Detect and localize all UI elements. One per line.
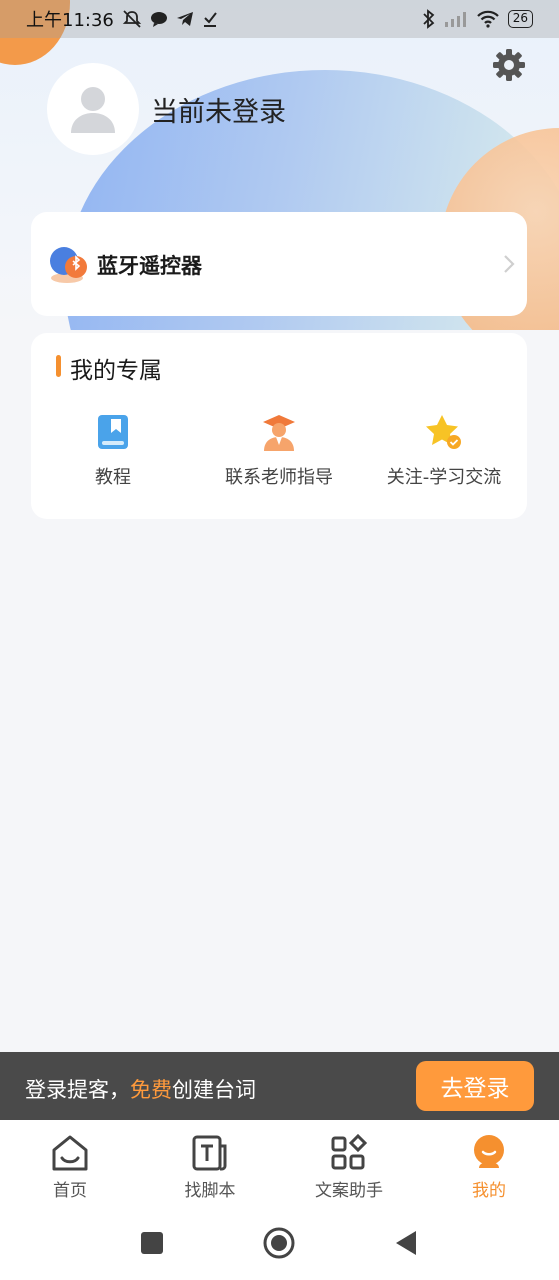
avatar[interactable] xyxy=(47,63,139,155)
exclusive-item-teacher[interactable]: 联系老师指导 xyxy=(204,413,354,489)
exclusive-item-label: 关注-学习交流 xyxy=(386,467,502,488)
bluetooth-icon xyxy=(423,9,435,29)
exclusive-item-tutorial[interactable]: 教程 xyxy=(38,413,188,489)
star-check-icon xyxy=(426,415,461,449)
wifi-icon xyxy=(476,10,499,28)
login-status-text[interactable]: 当前未登录 xyxy=(151,90,286,129)
tab-label: 首页 xyxy=(53,1181,87,1201)
tab-label: 我的 xyxy=(472,1181,506,1201)
system-nav-bar xyxy=(0,1214,559,1280)
tab-home[interactable]: 首页 xyxy=(10,1134,130,1201)
status-time: 上午11:36 xyxy=(26,10,114,31)
chat-bubble-icon xyxy=(150,12,167,27)
book-icon xyxy=(98,415,128,449)
bottom-tab-bar: 首页 找脚本 文案助手 我的 xyxy=(0,1120,559,1214)
download-icon xyxy=(203,12,217,27)
tab-find-script[interactable]: 找脚本 xyxy=(150,1134,270,1201)
bluetooth-remote-icon xyxy=(50,247,87,283)
exclusive-item-follow[interactable]: 关注-学习交流 xyxy=(369,413,519,489)
signal-icon xyxy=(444,12,466,27)
apps-icon xyxy=(331,1134,368,1170)
tab-label: 文案助手 xyxy=(315,1181,383,1201)
login-button[interactable]: 去登录 xyxy=(416,1061,534,1111)
profile-icon xyxy=(474,1135,504,1168)
battery-indicator: 26 xyxy=(507,10,533,28)
script-icon xyxy=(192,1135,227,1171)
exclusive-section: 我的专属 教程 联系老师指导 关注-学习交流 xyxy=(31,333,527,519)
chevron-right-icon xyxy=(504,255,515,273)
section-title: 我的专属 xyxy=(70,358,162,384)
highlight-text: 免费 xyxy=(130,1078,172,1102)
tab-label: 找脚本 xyxy=(184,1181,236,1201)
teacher-icon xyxy=(263,415,295,451)
section-accent-bar xyxy=(56,355,61,377)
home-nav-button[interactable] xyxy=(263,1227,295,1259)
home-icon xyxy=(52,1135,88,1171)
telegram-icon xyxy=(176,12,193,26)
gear-icon[interactable] xyxy=(490,46,528,84)
back-nav-button[interactable] xyxy=(394,1229,418,1257)
recent-apps-button[interactable] xyxy=(140,1231,164,1255)
bluetooth-remote-label: 蓝牙遥控器 xyxy=(97,254,202,278)
tab-mine[interactable]: 我的 xyxy=(429,1134,549,1201)
user-placeholder-icon xyxy=(71,87,115,133)
exclusive-item-label: 联系老师指导 xyxy=(225,467,333,488)
bluetooth-remote-card[interactable]: 蓝牙遥控器 xyxy=(31,212,527,316)
login-prompt-text: 登录提客，免费创建台词 xyxy=(25,1078,256,1102)
mute-icon xyxy=(122,10,142,28)
exclusive-item-label: 教程 xyxy=(95,467,131,488)
login-prompt-banner: 登录提客，免费创建台词 去登录 xyxy=(0,1052,559,1120)
tab-copy-assistant[interactable]: 文案助手 xyxy=(289,1134,409,1201)
status-bar: 上午11:36 26 xyxy=(0,0,559,38)
